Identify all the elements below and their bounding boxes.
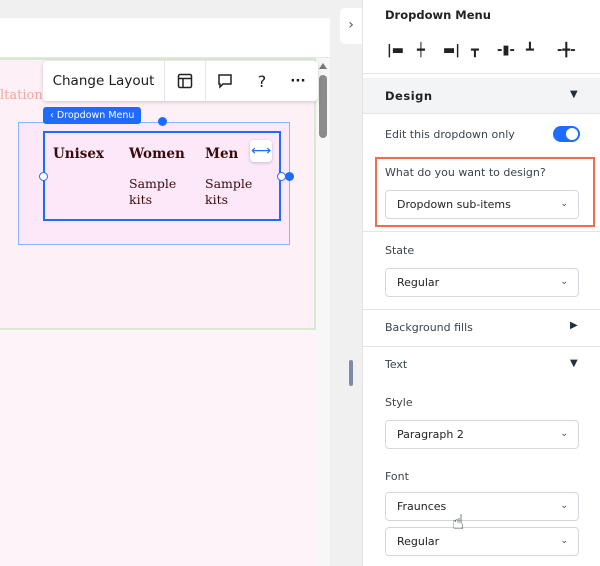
align-top-icon[interactable]: ┳ [471,43,479,58]
distribute-icon[interactable]: -╋- [557,43,576,58]
style-select[interactable]: Paragraph 2 ⌄ [385,420,579,449]
select-value: Regular [397,535,440,548]
comment-icon[interactable] [206,61,244,101]
scrollbar-thumb[interactable] [319,75,327,138]
text-section-header[interactable]: Text ▼ [363,347,600,383]
state-select[interactable]: Regular ⌄ [385,268,579,297]
hand-cursor-icon: ☝ [452,510,465,534]
font-weight-select[interactable]: Regular ⌄ [385,527,579,556]
text-label: Text [385,358,408,371]
edit-only-label: Edit this dropdown only [385,128,515,141]
top-handle[interactable] [158,117,167,126]
left-handle[interactable] [39,172,48,181]
align-bottom-icon[interactable]: ┻ [526,43,534,58]
menu-item-men[interactable]: Men [205,146,238,162]
collapse-triangle-icon: ▼ [570,89,578,100]
what-design-select[interactable]: Dropdown sub-items ⌄ [385,190,579,219]
edit-only-toggle[interactable] [553,126,580,142]
dropdown-menu-badge[interactable]: ‹ Dropdown Menu [43,107,142,124]
expand-triangle-icon: ▶ [570,320,578,331]
align-right-icon[interactable]: ▬| [443,43,460,58]
badge-label: Dropdown Menu [56,110,135,121]
font-select[interactable]: Fraunces ⌄ [385,492,579,521]
sub-item-men[interactable]: Sample kits [205,176,260,208]
select-value: Dropdown sub-items [397,198,511,211]
change-layout-button[interactable]: Change Layout [43,61,164,101]
more-button[interactable]: ··· [280,61,316,101]
collapse-panel-button[interactable]: › [340,8,362,44]
state-label: State [385,244,415,257]
select-value: Paragraph 2 [397,428,464,441]
align-center-h-icon[interactable]: ┿ [417,43,425,58]
background-fills-label: Background fills [385,321,473,334]
canvas-header [0,18,330,58]
menu-item-women[interactable]: Women [129,146,185,162]
resize-handle[interactable] [285,172,294,181]
chevron-down-icon: ⌄ [560,277,568,287]
settings-panel: Dropdown Menu |▬ ┿ ▬| ┳ -▮- ┻ -╋- Design… [362,0,600,566]
layout-icon[interactable] [165,61,205,101]
select-value: Regular [397,276,440,289]
collapse-triangle-icon: ▼ [570,358,578,369]
stretch-icon[interactable]: ⟷ [250,140,272,162]
panel-resize-handle[interactable] [349,360,353,386]
chevron-down-icon: ⌄ [560,429,568,439]
chevron-down-icon: ⌄ [560,199,568,209]
background-fills-header[interactable]: Background fills ▶ [363,310,600,346]
panel-title: Dropdown Menu [385,8,491,22]
sub-item-women[interactable]: Sample kits [129,176,184,208]
menu-item-unisex[interactable]: Unisex [53,146,104,162]
select-value: Fraunces [397,500,447,513]
chevron-down-icon: ⌄ [560,536,568,546]
scroll-up-icon[interactable] [319,63,327,69]
faded-text: ltations [0,88,50,103]
align-left-icon[interactable]: |▬ [387,43,404,58]
what-design-label: What do you want to design? [385,166,546,179]
align-center-v-icon[interactable]: -▮- [497,43,515,58]
style-label: Style [385,396,413,409]
chevron-down-icon: ⌄ [560,501,568,511]
floating-toolbar: Change Layout ? ··· [43,61,318,101]
design-section-header[interactable]: Design ▼ [363,78,600,114]
canvas-section-lower[interactable] [0,330,316,566]
font-label: Font [385,470,409,483]
help-button[interactable]: ? [244,61,280,101]
design-label: Design [385,89,433,103]
